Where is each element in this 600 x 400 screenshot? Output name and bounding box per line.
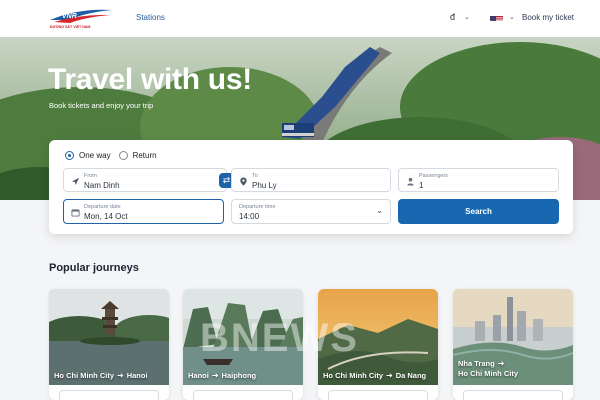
- watermark: BNEWS: [200, 316, 359, 360]
- journey-to: Hanoi: [126, 371, 148, 380]
- popular-journeys-heading: Popular journeys: [49, 262, 139, 274]
- departure-date-pill[interactable]: [193, 390, 293, 400]
- arrow-right-icon: ➜: [497, 359, 505, 368]
- language-selector[interactable]: ⌄: [490, 12, 515, 21]
- journey-from: Ho Chi Minh City: [54, 371, 114, 380]
- from-value: Nam Dinh: [84, 181, 120, 190]
- passengers-label: Passengers: [419, 173, 449, 179]
- nav-stations-link[interactable]: Stations: [136, 13, 165, 22]
- journey-to: Ho Chi Minh City: [458, 369, 518, 378]
- radio-one-way-label: One way: [79, 151, 111, 160]
- radio-return-label: Return: [132, 151, 157, 160]
- chevron-down-icon: ⌄: [464, 14, 470, 21]
- departure-date-value: Mon, 14 Oct: [84, 212, 128, 221]
- book-my-ticket-link[interactable]: Book my ticket: [522, 13, 574, 22]
- calendar-icon: [71, 209, 80, 217]
- radio-one-way[interactable]: One way: [65, 151, 111, 160]
- journey-to: Da Nang: [395, 371, 427, 380]
- journey-from: Ho Chi Minh City: [323, 371, 383, 380]
- us-flag-icon: [490, 12, 503, 21]
- departure-date-pill[interactable]: [59, 390, 159, 400]
- departure-date-label: Departure date: [84, 204, 121, 210]
- radio-return[interactable]: Return: [118, 151, 157, 160]
- departure-time-select[interactable]: Departure time 14:00 ⌄: [231, 199, 391, 224]
- trip-type-selector: One way Return: [65, 151, 157, 160]
- vnr-logo[interactable]: VNR ĐƯỜNG SẮT VIỆT NAM: [48, 6, 114, 32]
- journey-to: Haiphong: [221, 371, 257, 380]
- journey-route: Hanoi ➜ Haiphong: [188, 371, 256, 381]
- to-label: To: [252, 173, 258, 179]
- hero-subtitle: Book tickets and enjoy your trip: [49, 101, 154, 110]
- location-pin-icon: [240, 177, 247, 186]
- passengers-value: 1: [419, 181, 424, 190]
- search-form-card: One way Return From Nam Dinh ⇄ To Phu Ly…: [49, 140, 573, 234]
- logo-text: VNR: [62, 13, 77, 20]
- journey-card[interactable]: Nha Trang ➜ Ho Chi Minh City: [453, 289, 573, 400]
- departure-date-pill[interactable]: [463, 390, 563, 400]
- chevron-down-icon: ⌄: [509, 13, 515, 21]
- navigation-arrow-icon: [71, 177, 80, 186]
- arrow-right-icon: ➜: [211, 371, 219, 380]
- search-button[interactable]: Search: [398, 199, 559, 224]
- arrow-right-icon: ➜: [117, 371, 124, 380]
- departure-time-label: Departure time: [239, 204, 276, 210]
- journey-route: Ho Chi Minh City ➜ Da Nang: [323, 371, 426, 381]
- radio-checked-icon: [65, 151, 74, 160]
- journey-route: Nha Trang ➜ Ho Chi Minh City: [458, 359, 518, 379]
- passengers-field[interactable]: Passengers 1: [398, 168, 559, 192]
- departure-time-value: 14:00: [239, 212, 260, 221]
- currency-symbol: đ: [450, 12, 456, 22]
- currency-selector[interactable]: đ ⌄: [450, 12, 470, 22]
- radio-unchecked-icon: [118, 151, 128, 160]
- arrow-right-icon: ➜: [386, 371, 393, 380]
- departure-date-pill[interactable]: [328, 390, 428, 400]
- journey-route: Ho Chi Minh City ➜ Hanoi: [54, 371, 148, 381]
- top-header: VNR ĐƯỜNG SẮT VIỆT NAM Stations đ ⌄ ⌄ Bo…: [0, 0, 600, 37]
- to-station-field[interactable]: To Phu Ly: [231, 168, 391, 192]
- journey-card[interactable]: Ho Chi Minh City ➜ Hanoi: [49, 289, 169, 400]
- logo-subtext: ĐƯỜNG SẮT VIỆT NAM: [50, 25, 91, 29]
- to-value: Phu Ly: [252, 181, 277, 190]
- swap-icon: ⇄: [222, 175, 231, 185]
- journey-from: Nha Trang: [458, 359, 495, 368]
- journey-from: Hanoi: [188, 371, 209, 380]
- hero-title: Travel with us!: [48, 63, 252, 96]
- from-station-field[interactable]: From Nam Dinh: [63, 168, 227, 192]
- from-label: From: [84, 173, 97, 179]
- person-icon: [407, 177, 414, 186]
- departure-date-field[interactable]: Departure date Mon, 14 Oct: [63, 199, 224, 224]
- chevron-down-icon: ⌄: [376, 206, 383, 215]
